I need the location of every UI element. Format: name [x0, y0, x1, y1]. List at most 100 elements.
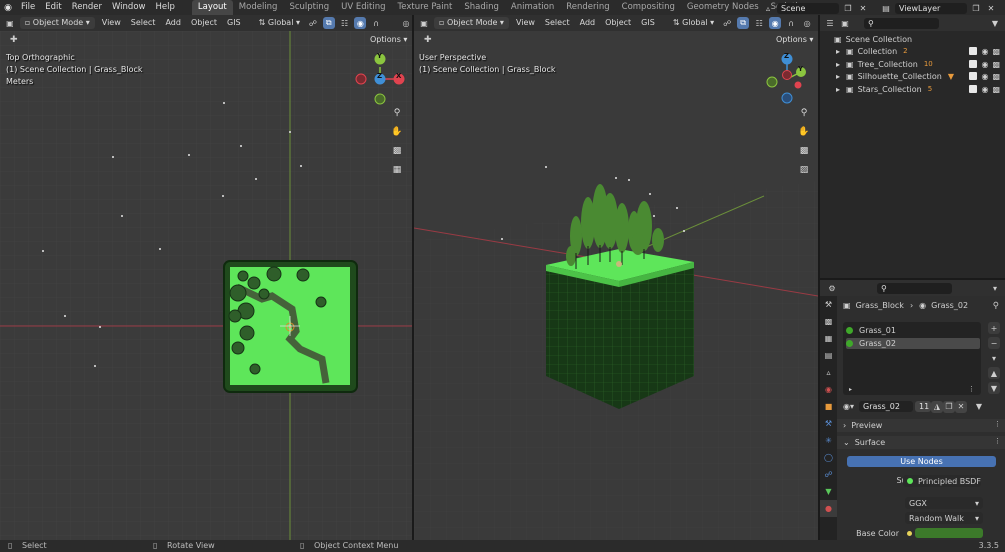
distribution-dropdown[interactable]: GGX ▾: [905, 497, 983, 509]
falloff-icon[interactable]: ∩: [785, 17, 797, 29]
camera-icon[interactable]: ▩: [796, 143, 812, 159]
pivot-icon[interactable]: ☍: [307, 17, 319, 29]
properties-search-input[interactable]: ⚲: [877, 282, 952, 294]
menu-edit[interactable]: Edit: [40, 0, 66, 15]
output-tab-icon[interactable]: ▦: [820, 330, 837, 347]
view-menu[interactable]: View: [513, 17, 538, 29]
subsurface-method-dropdown[interactable]: Random Walk ▾: [905, 512, 983, 524]
editor-type-icon[interactable]: ▣: [4, 17, 16, 29]
outliner-item-silhouette-collection[interactable]: ▸ ▣ Silhouette_Collection ▼ ◉ ▩: [820, 70, 1005, 82]
particles-tab-icon[interactable]: ✳: [820, 432, 837, 449]
camera-render-icon[interactable]: ▩: [992, 47, 1000, 56]
exclude-checkbox[interactable]: [969, 46, 978, 55]
outliner-item-collection[interactable]: ▸ ▣ Collection 2 ◉ ▩: [820, 45, 1005, 57]
scene-name-field[interactable]: Scene: [777, 2, 839, 14]
camera-render-icon[interactable]: ▩: [992, 60, 1000, 69]
material-slot-row-selected[interactable]: Grass_02: [846, 338, 980, 349]
preview-panel-header[interactable]: › Preview: [837, 419, 1005, 432]
options-dropdown[interactable]: Options ▾: [776, 35, 813, 44]
eye-icon[interactable]: ◉: [981, 60, 988, 69]
data-tab-icon[interactable]: ▼: [820, 483, 837, 500]
view-layer-tab-icon[interactable]: ▤: [820, 347, 837, 364]
grid-toggle-icon[interactable]: ▦: [389, 162, 405, 178]
constraints-tab-icon[interactable]: ☍: [820, 466, 837, 483]
list-dots-icon[interactable]: ⋮: [968, 385, 975, 393]
tab-uv-editing[interactable]: UV Editing: [335, 0, 391, 15]
pan-hand-icon[interactable]: ✋: [796, 124, 812, 140]
physics-tab-icon[interactable]: ◯: [820, 449, 837, 466]
camera-icon[interactable]: ▩: [389, 143, 405, 159]
render-tab-icon[interactable]: ▩: [820, 313, 837, 330]
tab-shading[interactable]: Shading: [458, 0, 505, 15]
move-down-button[interactable]: ▼: [988, 382, 1000, 394]
material-name-field[interactable]: Grass_02: [859, 401, 913, 412]
menu-help[interactable]: Help: [150, 0, 179, 15]
select-menu[interactable]: Select: [128, 17, 159, 29]
scene-icon[interactable]: ▵: [762, 2, 774, 14]
visibility-icon[interactable]: ◎: [801, 17, 813, 29]
camera-render-icon[interactable]: ▩: [992, 85, 1000, 94]
eye-icon[interactable]: ◉: [981, 85, 988, 94]
world-tab-icon[interactable]: ◉: [820, 381, 837, 398]
outliner-search-input[interactable]: ⚲: [864, 17, 939, 29]
tab-rendering[interactable]: Rendering: [560, 0, 615, 15]
tab-modeling[interactable]: Modeling: [233, 0, 284, 15]
material-slot-list[interactable]: Grass_01 Grass_02 ▸ ⋮: [843, 322, 981, 395]
expand-arrow-icon[interactable]: ▸: [836, 85, 840, 94]
tool-cursor-icon[interactable]: ✚: [424, 35, 432, 45]
add-menu[interactable]: Add: [577, 17, 599, 29]
base-color-swatch[interactable]: [915, 528, 983, 538]
menu-window[interactable]: Window: [107, 0, 151, 15]
exclude-checkbox[interactable]: [969, 84, 978, 93]
select-menu[interactable]: Select: [542, 17, 573, 29]
tab-animation[interactable]: Animation: [505, 0, 560, 15]
delete-scene-icon[interactable]: ✕: [857, 2, 869, 14]
filter-icon[interactable]: ▼: [989, 17, 1001, 29]
chevron-down-icon[interactable]: ▾: [989, 282, 1001, 294]
tab-layout[interactable]: Layout: [191, 0, 233, 15]
drag-handle-icon[interactable]: ⋮: [994, 420, 1001, 428]
camera-render-icon[interactable]: ▩: [992, 72, 1000, 81]
gis-menu[interactable]: GIS: [224, 17, 244, 29]
list-resize-icon[interactable]: ▸: [849, 386, 852, 393]
eye-icon[interactable]: ◉: [981, 72, 988, 81]
outliner-item-tree-collection[interactable]: ▸ ▣ Tree_Collection 10 ◉ ▩: [820, 58, 1005, 70]
view-menu[interactable]: View: [99, 17, 124, 29]
slot-menu-chevron-icon[interactable]: ▾: [988, 352, 1000, 364]
left-viewport[interactable]: Top Orthographic (1) Scene Collection | …: [0, 31, 412, 540]
add-slot-button[interactable]: +: [988, 322, 1000, 334]
remove-slot-button[interactable]: −: [988, 337, 1000, 349]
scene-collection-row[interactable]: ▣ Scene Collection: [820, 33, 1005, 45]
expand-arrow-icon[interactable]: ▸: [836, 72, 840, 81]
transform-orientation-dropdown[interactable]: ⇅ Global ▾: [670, 17, 717, 29]
new-scene-icon[interactable]: ❐: [842, 2, 854, 14]
blender-logo-icon[interactable]: ◉: [0, 0, 16, 15]
zoom-icon[interactable]: ⚲: [796, 105, 812, 121]
tab-sculpting[interactable]: Sculpting: [283, 0, 335, 15]
gis-menu[interactable]: GIS: [638, 17, 658, 29]
pivot-icon[interactable]: ☍: [721, 17, 733, 29]
right-viewport[interactable]: User Perspective (1) Scene Collection | …: [414, 31, 818, 540]
view-layer-icon[interactable]: ▤: [880, 2, 892, 14]
menu-file[interactable]: File: [16, 0, 40, 15]
view-layer-field[interactable]: ViewLayer: [895, 2, 967, 14]
proportional-edit-icon[interactable]: ◉: [354, 17, 367, 29]
falloff-icon[interactable]: ∩: [370, 17, 382, 29]
exclude-checkbox[interactable]: [969, 71, 978, 80]
pin-icon[interactable]: ⚲: [993, 301, 999, 311]
menu-render[interactable]: Render: [67, 0, 107, 15]
expand-arrow-icon[interactable]: ▸: [836, 47, 840, 56]
snap-target-icon[interactable]: ☷: [753, 17, 765, 29]
options-dropdown[interactable]: Options ▾: [370, 35, 407, 44]
perspective-toggle-icon[interactable]: ▨: [796, 162, 812, 178]
tool-cursor-icon[interactable]: ✚: [10, 35, 18, 45]
modifier-tab-icon[interactable]: ⚒: [820, 415, 837, 432]
editor-type-icon[interactable]: ⚙: [826, 282, 838, 294]
material-slot-row[interactable]: Grass_01: [846, 325, 980, 336]
object-tab-icon[interactable]: ■: [820, 398, 837, 415]
new-view-layer-icon[interactable]: ❐: [970, 2, 982, 14]
visibility-icon[interactable]: ◎: [400, 17, 412, 29]
unlink-material-icon[interactable]: ✕: [955, 400, 967, 413]
material-tab-icon[interactable]: ●: [820, 500, 837, 517]
duplicate-material-icon[interactable]: ❐: [943, 400, 955, 413]
